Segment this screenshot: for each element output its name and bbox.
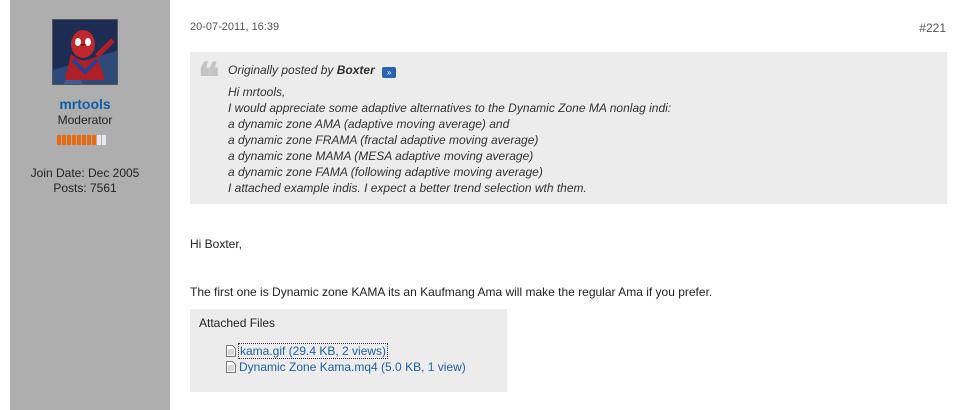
post-number-link[interactable]: #221: [919, 21, 946, 35]
reputation-pip: [87, 135, 91, 145]
attachments-title: Attached Files: [199, 316, 276, 330]
attachment-item[interactable]: kama.gif (29.4 KB, 2 views): [226, 343, 389, 359]
attachment-item[interactable]: Dynamic Zone Kama.mq4 (5.0 KB, 1 view): [226, 360, 466, 374]
reputation-pip: [77, 135, 81, 145]
reputation-pip: [92, 135, 96, 145]
post-date: 20-07-2011, 16:39: [190, 21, 280, 33]
message-greeting: Hi Boxter,: [190, 237, 243, 251]
attachment-link[interactable]: kama.gif (29.4 KB, 2 views): [237, 343, 389, 359]
file-icon: [226, 361, 236, 373]
message-body: The first one is Dynamic zone KAMA its a…: [190, 285, 713, 299]
quote-prefix: Originally posted by: [228, 63, 334, 77]
quote-author: Boxter: [336, 63, 375, 77]
file-icon: [226, 345, 236, 357]
quote-line: Hi mrtools,: [228, 85, 286, 99]
quote-line: I attached example indis. I expect a bet…: [228, 181, 587, 195]
quote-line: a dynamic zone FRAMA (fractal adaptive m…: [228, 133, 539, 147]
join-date: Join Date: Dec 2005: [30, 166, 140, 180]
quote-mark-icon: ❝: [198, 54, 220, 101]
quote-line: a dynamic zone FAMA (following adaptive …: [228, 165, 543, 179]
avatar-image: [53, 20, 117, 84]
sidebar-pointer: [160, 38, 169, 52]
reputation-pip: [102, 135, 106, 145]
post-count: Posts: 7561: [53, 181, 117, 195]
reputation-pip: [57, 135, 61, 145]
quote-block: ❝ Originally posted by Boxter » Hi mrtoo…: [190, 52, 947, 204]
user-sidebar: mrtools Moderator Join Date: Dec 2005 Po…: [10, 0, 170, 410]
user-title: Moderator: [57, 113, 113, 127]
attachments-box: Attached Files kama.gif (29.4 KB, 2 view…: [190, 309, 507, 392]
reputation-bar: [57, 135, 106, 145]
reputation-pip: [97, 135, 101, 145]
avatar[interactable]: [52, 19, 118, 85]
reputation-pip: [82, 135, 86, 145]
reputation-pip: [67, 135, 71, 145]
view-post-icon[interactable]: »: [382, 67, 397, 78]
quote-line: I would appreciate some adaptive alterna…: [228, 101, 672, 115]
reputation-pip: [62, 135, 66, 145]
quote-header: Originally posted by Boxter »: [228, 63, 397, 78]
quote-body: Hi mrtools, I would appreciate some adap…: [228, 84, 671, 196]
quote-line: a dynamic zone AMA (adaptive moving aver…: [228, 117, 510, 131]
quote-line: a dynamic zone MAMA (MESA adaptive movin…: [228, 149, 534, 163]
reputation-pip: [72, 135, 76, 145]
username-link[interactable]: mrtools: [10, 96, 160, 112]
attachment-link[interactable]: Dynamic Zone Kama.mq4 (5.0 KB, 1 view): [239, 360, 466, 374]
